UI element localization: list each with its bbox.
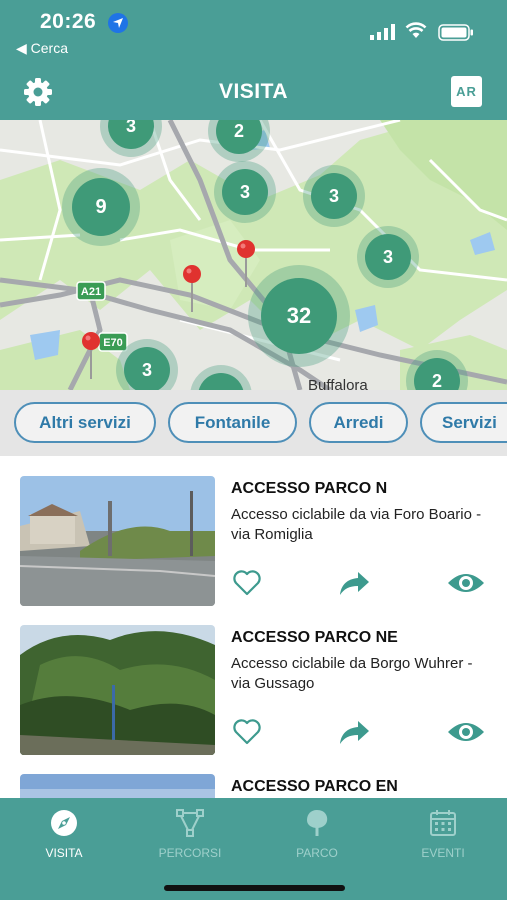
filter-chip-altri-servizi[interactable]: Altri servizi — [14, 402, 156, 443]
status-bar: 20:26 ◀ Cerca — [0, 0, 507, 64]
tab-eventi[interactable]: EVENTI — [380, 798, 506, 868]
place-description: Accesso ciclabile da Borgo Wuhrer - via … — [231, 655, 473, 692]
map-pin-icon[interactable] — [180, 264, 204, 314]
tab-label: EVENTI — [421, 846, 465, 860]
location-arrow-icon — [108, 13, 128, 33]
route-icon — [176, 809, 204, 837]
tab-label: VISITA — [45, 846, 83, 860]
place-name: ACCESSO PARCO NE — [231, 629, 398, 646]
share-arrow-icon[interactable] — [338, 718, 372, 746]
place-photo — [20, 774, 215, 798]
tab-percorsi[interactable]: PERCORSI — [127, 798, 253, 868]
tab-label: PARCO — [296, 846, 338, 860]
app-header: VISITA AR — [0, 64, 507, 120]
place-name: ACCESSO PARCO EN — [231, 778, 398, 795]
tab-label: PERCORSI — [158, 846, 222, 860]
list-item[interactable]: ACCESSO PARCO EN — [0, 754, 507, 798]
view-eye-icon[interactable] — [446, 718, 486, 746]
map-pin-icon[interactable] — [234, 239, 258, 289]
map-cluster[interactable]: 3 — [357, 226, 419, 288]
place-photo — [20, 625, 215, 755]
tree-icon — [307, 810, 328, 836]
map-place-label: Buffalora — [308, 377, 368, 390]
map-cluster[interactable]: 3 — [303, 165, 365, 227]
filter-chip-fontanile[interactable]: Fontanile — [168, 402, 297, 443]
road-shield-e70: E70 — [103, 337, 123, 349]
map-cluster[interactable]: 3 — [214, 161, 276, 223]
tab-visita[interactable]: VISITA — [1, 798, 127, 868]
page-title: VISITA — [218, 80, 289, 103]
status-time: 20:26 — [40, 10, 97, 33]
ar-button[interactable]: AR — [451, 76, 482, 107]
tab-parco[interactable]: PARCO — [254, 798, 380, 868]
filter-chips: Altri servizi Fontanile Arredi Servizi — [0, 390, 507, 456]
map-cluster[interactable]: 32 — [248, 265, 350, 367]
list-item[interactable]: ACCESSO PARCO N Accesso ciclabile da via… — [0, 456, 507, 606]
compass-icon — [51, 810, 77, 836]
places-list: ACCESSO PARCO N Accesso ciclabile da via… — [0, 456, 507, 798]
home-indicator — [164, 885, 345, 891]
map-view[interactable]: A21 E70 3 2 9 3 3 3 32 3 2 Buffalora — [0, 120, 507, 390]
list-item[interactable]: ACCESSO PARCO NE Accesso ciclabile da Bo… — [0, 605, 507, 755]
favorite-heart-icon[interactable] — [232, 569, 262, 597]
road-shield-a21: A21 — [81, 286, 101, 298]
map-cluster[interactable]: 9 — [62, 168, 140, 246]
cellular-signal-icon — [370, 24, 395, 40]
favorite-heart-icon[interactable] — [232, 718, 262, 746]
calendar-icon — [430, 810, 456, 836]
back-to-search-link[interactable]: ◀ Cerca — [16, 40, 68, 57]
battery-icon — [438, 24, 473, 41]
place-name: ACCESSO PARCO N — [231, 480, 388, 497]
place-photo — [20, 476, 215, 606]
map-pin-icon[interactable] — [79, 331, 103, 381]
share-arrow-icon[interactable] — [338, 569, 372, 597]
place-description: Accesso ciclabile da via Foro Boario - v… — [231, 506, 482, 543]
filter-chip-arredi[interactable]: Arredi — [309, 402, 408, 443]
wifi-icon — [405, 22, 427, 38]
filter-chip-servizi[interactable]: Servizi — [420, 402, 507, 443]
view-eye-icon[interactable] — [446, 569, 486, 597]
